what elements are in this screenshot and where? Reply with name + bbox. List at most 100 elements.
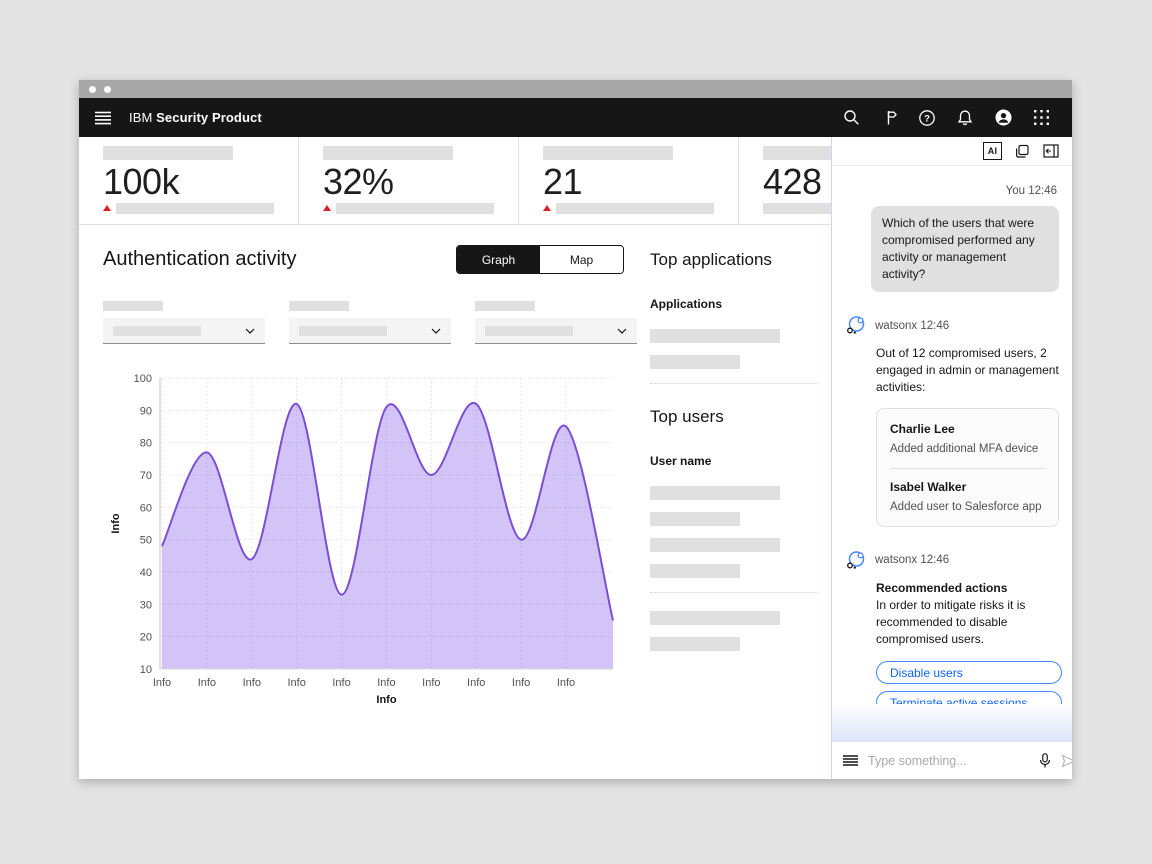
- svg-text:10: 10: [140, 664, 152, 676]
- help-button[interactable]: ?: [910, 101, 944, 135]
- search-icon: [843, 109, 860, 126]
- list-item-skeleton: [650, 564, 740, 578]
- metric-value: 100k: [103, 163, 274, 201]
- bell-icon: [956, 109, 974, 127]
- app-title-prefix: IBM: [129, 110, 152, 125]
- toggle-map-button[interactable]: Map: [540, 246, 623, 273]
- applications-column-header: Applications: [650, 297, 818, 311]
- metric-trend-skeleton: [556, 203, 714, 214]
- svg-text:Info: Info: [512, 677, 530, 689]
- filter-dropdown[interactable]: [475, 318, 637, 344]
- user-avatar-icon: [994, 108, 1013, 127]
- metric-card[interactable]: 32%: [299, 137, 519, 224]
- user-message-meta: You 12:46: [847, 185, 1057, 197]
- app-title-main: Security Product: [156, 110, 262, 125]
- side-panel-icon: [1043, 144, 1059, 158]
- search-button[interactable]: [834, 101, 868, 135]
- toggle-graph-button[interactable]: Graph: [457, 246, 540, 273]
- metric-card[interactable]: 100k: [79, 137, 299, 224]
- filter-dropdown[interactable]: [103, 318, 265, 344]
- filter-value-skeleton: [485, 326, 573, 336]
- svg-text:Info: Info: [198, 677, 216, 689]
- metric-trend-skeleton: [116, 203, 274, 214]
- svg-text:Info: Info: [153, 677, 171, 689]
- svg-text:40: 40: [140, 567, 152, 579]
- window-titlebar[interactable]: [79, 80, 1072, 98]
- copy-chat-button[interactable]: [1015, 144, 1030, 159]
- svg-text:80: 80: [140, 438, 152, 450]
- disable-users-button[interactable]: Disable users: [876, 661, 1062, 684]
- trend-up-icon: [103, 205, 111, 211]
- bot-message-title: Recommended actions: [876, 580, 1059, 597]
- filter-value-skeleton: [113, 326, 201, 336]
- svg-text:Info: Info: [467, 677, 485, 689]
- watsonx-avatar-icon: [845, 315, 866, 336]
- top-users-title: Top users: [650, 402, 818, 427]
- app-header: IBM Security Product ?: [79, 98, 1072, 137]
- top-applications-list: [650, 329, 818, 369]
- list-item-skeleton: [650, 512, 740, 526]
- chat-gradient: [832, 702, 1072, 742]
- chat-header: AI: [832, 137, 1072, 166]
- user-profile-button[interactable]: [986, 101, 1020, 135]
- trend-up-icon: [543, 205, 551, 211]
- svg-text:60: 60: [140, 502, 152, 514]
- notifications-button[interactable]: [948, 101, 982, 135]
- top-applications-title: Top applications: [650, 245, 818, 270]
- terminate-sessions-button[interactable]: Terminate active sessions: [876, 691, 1062, 704]
- svg-text:?: ?: [924, 113, 930, 124]
- window-control-dot[interactable]: [89, 86, 96, 93]
- svg-text:Info: Info: [376, 694, 396, 706]
- metric-value: 21: [543, 163, 714, 201]
- filter-dropdown[interactable]: [289, 318, 451, 344]
- svg-text:100: 100: [134, 373, 152, 385]
- app-switcher-button[interactable]: [1024, 101, 1058, 135]
- bot-message-body: Recommended actions In order to mitigate…: [876, 580, 1059, 704]
- top-users-list: [650, 486, 818, 578]
- main-content: 100k 32% 21 428: [79, 137, 831, 779]
- svg-text:Info: Info: [377, 677, 395, 689]
- top-users-list-continued: [650, 611, 818, 651]
- user-activity: Added user to Salesforce app: [890, 499, 1045, 515]
- bot-message-header: watsonx 12:46: [845, 315, 1059, 336]
- divider: [650, 383, 818, 384]
- collapse-panel-button[interactable]: [1043, 144, 1059, 158]
- user-activity: Added additional MFA device: [890, 441, 1045, 457]
- chevron-down-icon: [245, 328, 255, 334]
- username-column-header: User name: [650, 454, 818, 468]
- svg-text:20: 20: [140, 632, 152, 644]
- input-menu-button[interactable]: [843, 755, 858, 766]
- chat-text-input[interactable]: [868, 754, 1029, 768]
- metric-card[interactable]: 21: [519, 137, 739, 224]
- divider: [650, 592, 818, 593]
- svg-text:Info: Info: [243, 677, 261, 689]
- ai-label-button[interactable]: AI: [983, 142, 1002, 160]
- metric-title-skeleton: [543, 146, 673, 160]
- user-message-bubble: Which of the users that were compromised…: [871, 206, 1059, 292]
- bot-message-text: Out of 12 compromised users, 2 engaged i…: [876, 345, 1059, 396]
- filter-value-skeleton: [299, 326, 387, 336]
- metric-cards-row: 100k 32% 21 428: [79, 137, 831, 225]
- list-item-skeleton: [650, 355, 740, 369]
- svg-text:Info: Info: [422, 677, 440, 689]
- watsonx-avatar-icon: [845, 550, 866, 571]
- list-item-skeleton: [650, 611, 780, 625]
- microphone-icon: [1039, 753, 1051, 769]
- metric-trend-skeleton: [336, 203, 494, 214]
- bot-message-text: In order to mitigate risks it is recomme…: [876, 597, 1059, 648]
- section-title: Authentication activity: [103, 245, 296, 271]
- window-control-dot[interactable]: [104, 86, 111, 93]
- compromised-users-card: Charlie Lee Added additional MFA device …: [876, 408, 1059, 527]
- filters-row: [103, 301, 637, 344]
- filter-label-skeleton: [475, 301, 535, 311]
- hamburger-menu-button[interactable]: [87, 102, 119, 134]
- bot-message-header: watsonx 12:46: [845, 550, 1059, 571]
- ai-chat-panel: AI You 12:46 Which of the users that wer…: [831, 137, 1072, 779]
- help-icon: ?: [918, 109, 936, 127]
- signpost-button[interactable]: [872, 101, 906, 135]
- svg-text:30: 30: [140, 599, 152, 611]
- chart-svg: 102030405060708090100InfoInfoInfoInfoInf…: [103, 371, 623, 707]
- send-button[interactable]: [1061, 754, 1072, 768]
- mic-button[interactable]: [1039, 753, 1051, 769]
- chevron-down-icon: [431, 328, 441, 334]
